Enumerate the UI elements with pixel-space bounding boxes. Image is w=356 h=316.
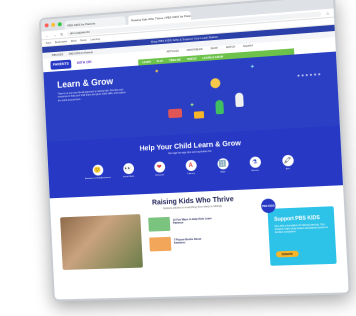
arts-icon: 🖍	[282, 155, 294, 167]
article-title[interactable]: 10 Fun Ways to Help Kids Learn Patience	[173, 217, 213, 225]
browser-window: PBS KIDS for Parents Raising Kids Who Th…	[39, 0, 351, 301]
social-skills-icon: 👀	[123, 163, 134, 174]
book-icon	[194, 111, 204, 119]
green-nav-item[interactable]: PLAY	[157, 59, 164, 62]
bookmark-item[interactable]: News	[80, 38, 86, 41]
category-math[interactable]: 🔢 Math	[214, 158, 231, 174]
scene: PBS KIDS for Parents Raising Kids Who Th…	[0, 0, 356, 316]
category-label: Literacy	[187, 173, 195, 175]
sun-icon	[210, 78, 221, 89]
nav-espanol[interactable]: Español	[243, 44, 253, 48]
partner-logo: WITH CRI	[77, 60, 92, 65]
pbs-kids-badge: PBS KIDS	[261, 198, 276, 213]
article-thumbnail[interactable]	[149, 237, 171, 252]
category-arts[interactable]: 🖍 Arts	[279, 155, 296, 171]
carousel-dots[interactable]	[297, 73, 320, 77]
article-title[interactable]: 7 Picture Books About Kindness	[174, 237, 214, 245]
minimize-window-icon[interactable]	[51, 23, 55, 27]
category-literacy[interactable]: A Literacy	[183, 160, 200, 176]
donate-button[interactable]: DONATE	[276, 251, 299, 258]
category-label: Emotions & Self-Awareness	[85, 177, 111, 180]
star-decoration-icon: ✦	[250, 63, 255, 70]
support-card: PBS KIDS Support PBS KIDS Give kids a fo…	[267, 206, 336, 266]
bookmark-item[interactable]: Work	[71, 39, 77, 42]
category-character[interactable]: ❤ Character	[151, 161, 167, 177]
literacy-icon: A	[185, 160, 196, 172]
raising-kids-section: Raising Kids Who Thrive Explore articles…	[50, 185, 347, 272]
device-frame: PBS KIDS for Parents Raising Kids Who Th…	[39, 0, 351, 301]
category-emotions[interactable]: 🙂 Emotions & Self-Awareness	[90, 164, 106, 179]
category-social-skills[interactable]: 👀 Social Skills	[120, 163, 136, 179]
back-icon[interactable]: ←	[45, 32, 49, 37]
category-science[interactable]: ⚗ Science	[246, 156, 263, 172]
child-figure-icon	[215, 100, 224, 115]
math-icon: 🔢	[217, 158, 229, 170]
book-icon	[168, 108, 182, 118]
bookmark-item[interactable]: Learning	[90, 37, 100, 41]
reload-icon[interactable]: ↻	[60, 31, 63, 36]
pbs-parents-logo[interactable]: PARENTS	[50, 59, 71, 69]
category-label: Arts	[286, 168, 290, 170]
nav-watch[interactable]: WATCH	[226, 46, 235, 50]
category-label: Character	[155, 174, 164, 176]
category-label: Science	[251, 170, 259, 172]
bookmark-item[interactable]: Bookmarks	[55, 40, 67, 44]
star-decoration-icon: ✦	[154, 68, 159, 75]
featured-photo[interactable]	[60, 214, 143, 270]
category-label: Social Skills	[123, 176, 134, 179]
nav-shop[interactable]: SHOP	[210, 47, 218, 51]
support-body: Give kids a foundation for lifelong lear…	[275, 224, 329, 235]
star-decoration-icon: ✦	[189, 102, 194, 109]
maximize-window-icon[interactable]	[58, 22, 62, 26]
category-label: Math	[221, 171, 226, 173]
emotions-icon: 🙂	[92, 165, 103, 176]
nav-printables[interactable]: PRINTABLES	[187, 48, 203, 52]
bookmark-item[interactable]: Apps	[46, 41, 52, 44]
support-title: Support PBS KIDS	[274, 215, 320, 223]
green-nav-item[interactable]: VIDEOS	[187, 57, 197, 61]
nav-articles[interactable]: ARTICLES	[166, 50, 179, 54]
heart-icon: ❤	[154, 161, 165, 172]
star-icon[interactable]: ☆	[326, 10, 330, 15]
green-nav-item[interactable]: TIMELINE	[169, 58, 181, 62]
green-nav-item[interactable]: LEARN	[142, 60, 151, 64]
adult-figure-icon	[235, 93, 244, 108]
hero-body: There's no one-size-fits-all approach to…	[58, 88, 127, 102]
forward-icon[interactable]: →	[53, 32, 57, 37]
close-window-icon[interactable]	[45, 23, 49, 27]
hero-title: Learn & Grow	[57, 76, 113, 90]
utility-link[interactable]: PBS KIDS	[52, 53, 63, 57]
science-icon: ⚗	[249, 156, 261, 168]
article-thumbnail[interactable]	[148, 217, 170, 232]
